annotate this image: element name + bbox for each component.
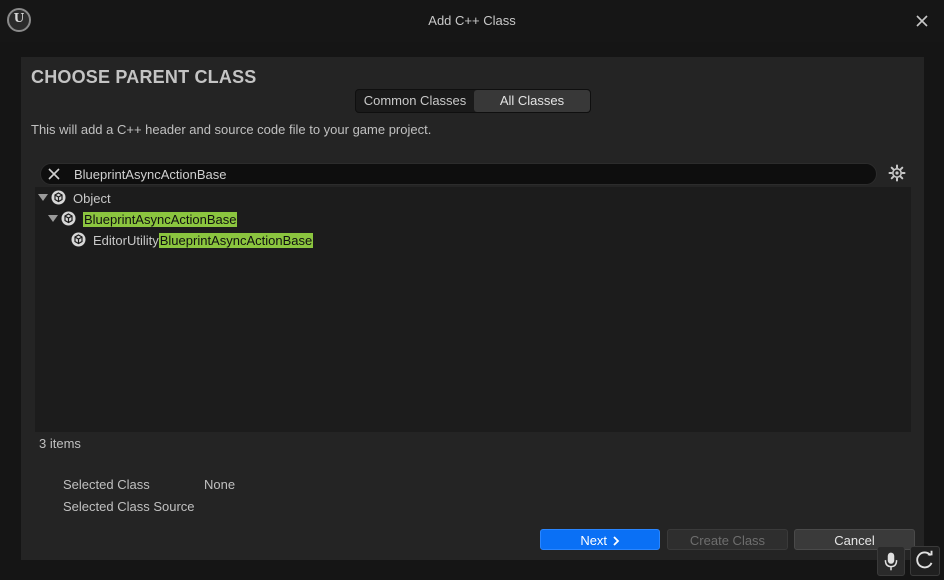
item-count: 3 items [39, 436, 81, 451]
next-button-label: Next [580, 533, 608, 548]
tree-row-label: BlueprintAsyncActionBase [83, 212, 238, 227]
tree-row-label: Object [73, 191, 111, 206]
expand-arrow-icon[interactable] [48, 215, 58, 222]
next-button[interactable]: Next [540, 529, 660, 550]
search-value: BlueprintAsyncActionBase [74, 167, 227, 182]
close-icon[interactable] [911, 10, 933, 32]
tree-row-editor-utility-blueprint-async-action-base[interactable]: EditorUtilityBlueprintAsyncActionBase [35, 230, 911, 250]
microphone-icon [884, 552, 898, 571]
selected-class-source-label: Selected Class Source [63, 499, 195, 514]
expand-arrow-icon[interactable] [38, 194, 48, 201]
title-bar: Add C++ Class [0, 0, 944, 42]
gear-icon[interactable] [888, 164, 906, 182]
tab-all-classes[interactable]: All Classes [474, 90, 590, 112]
search-input[interactable]: BlueprintAsyncActionBase [40, 163, 877, 185]
class-filter-tabs: Common Classes All Classes [355, 89, 591, 113]
page-title: CHOOSE PARENT CLASS [31, 67, 257, 87]
tree-row-label-prefix: EditorUtility [93, 233, 159, 248]
create-class-button[interactable]: Create Class [667, 529, 788, 550]
window-title: Add C++ Class [428, 13, 516, 28]
chevron-right-icon [613, 536, 619, 546]
tree-row-label: EditorUtilityBlueprintAsyncActionBase [93, 233, 314, 248]
clear-search-icon[interactable] [46, 166, 62, 182]
tree-row-object[interactable]: Object [35, 188, 911, 208]
class-icon [61, 211, 76, 226]
search-match-highlight: BlueprintAsyncActionBase [158, 233, 314, 248]
class-icon [71, 232, 86, 247]
class-icon [51, 190, 66, 205]
selected-class-label: Selected Class [63, 477, 150, 492]
dialog-panel: CHOOSE PARENT CLASS Common Classes All C… [21, 57, 924, 560]
search-match-highlight: BlueprintAsyncActionBase [83, 212, 238, 227]
tab-common-classes[interactable]: Common Classes [356, 90, 474, 112]
refresh-icon [916, 550, 933, 569]
description-text: This will add a C++ header and source co… [31, 122, 432, 137]
selected-class-value: None [204, 477, 236, 492]
sync-button[interactable] [910, 546, 940, 576]
tree-row-blueprint-async-action-base[interactable]: BlueprintAsyncActionBase [35, 209, 911, 229]
microphone-button[interactable] [877, 546, 905, 576]
class-tree: Object BlueprintAsyncActionBase EditorUt… [35, 187, 911, 432]
